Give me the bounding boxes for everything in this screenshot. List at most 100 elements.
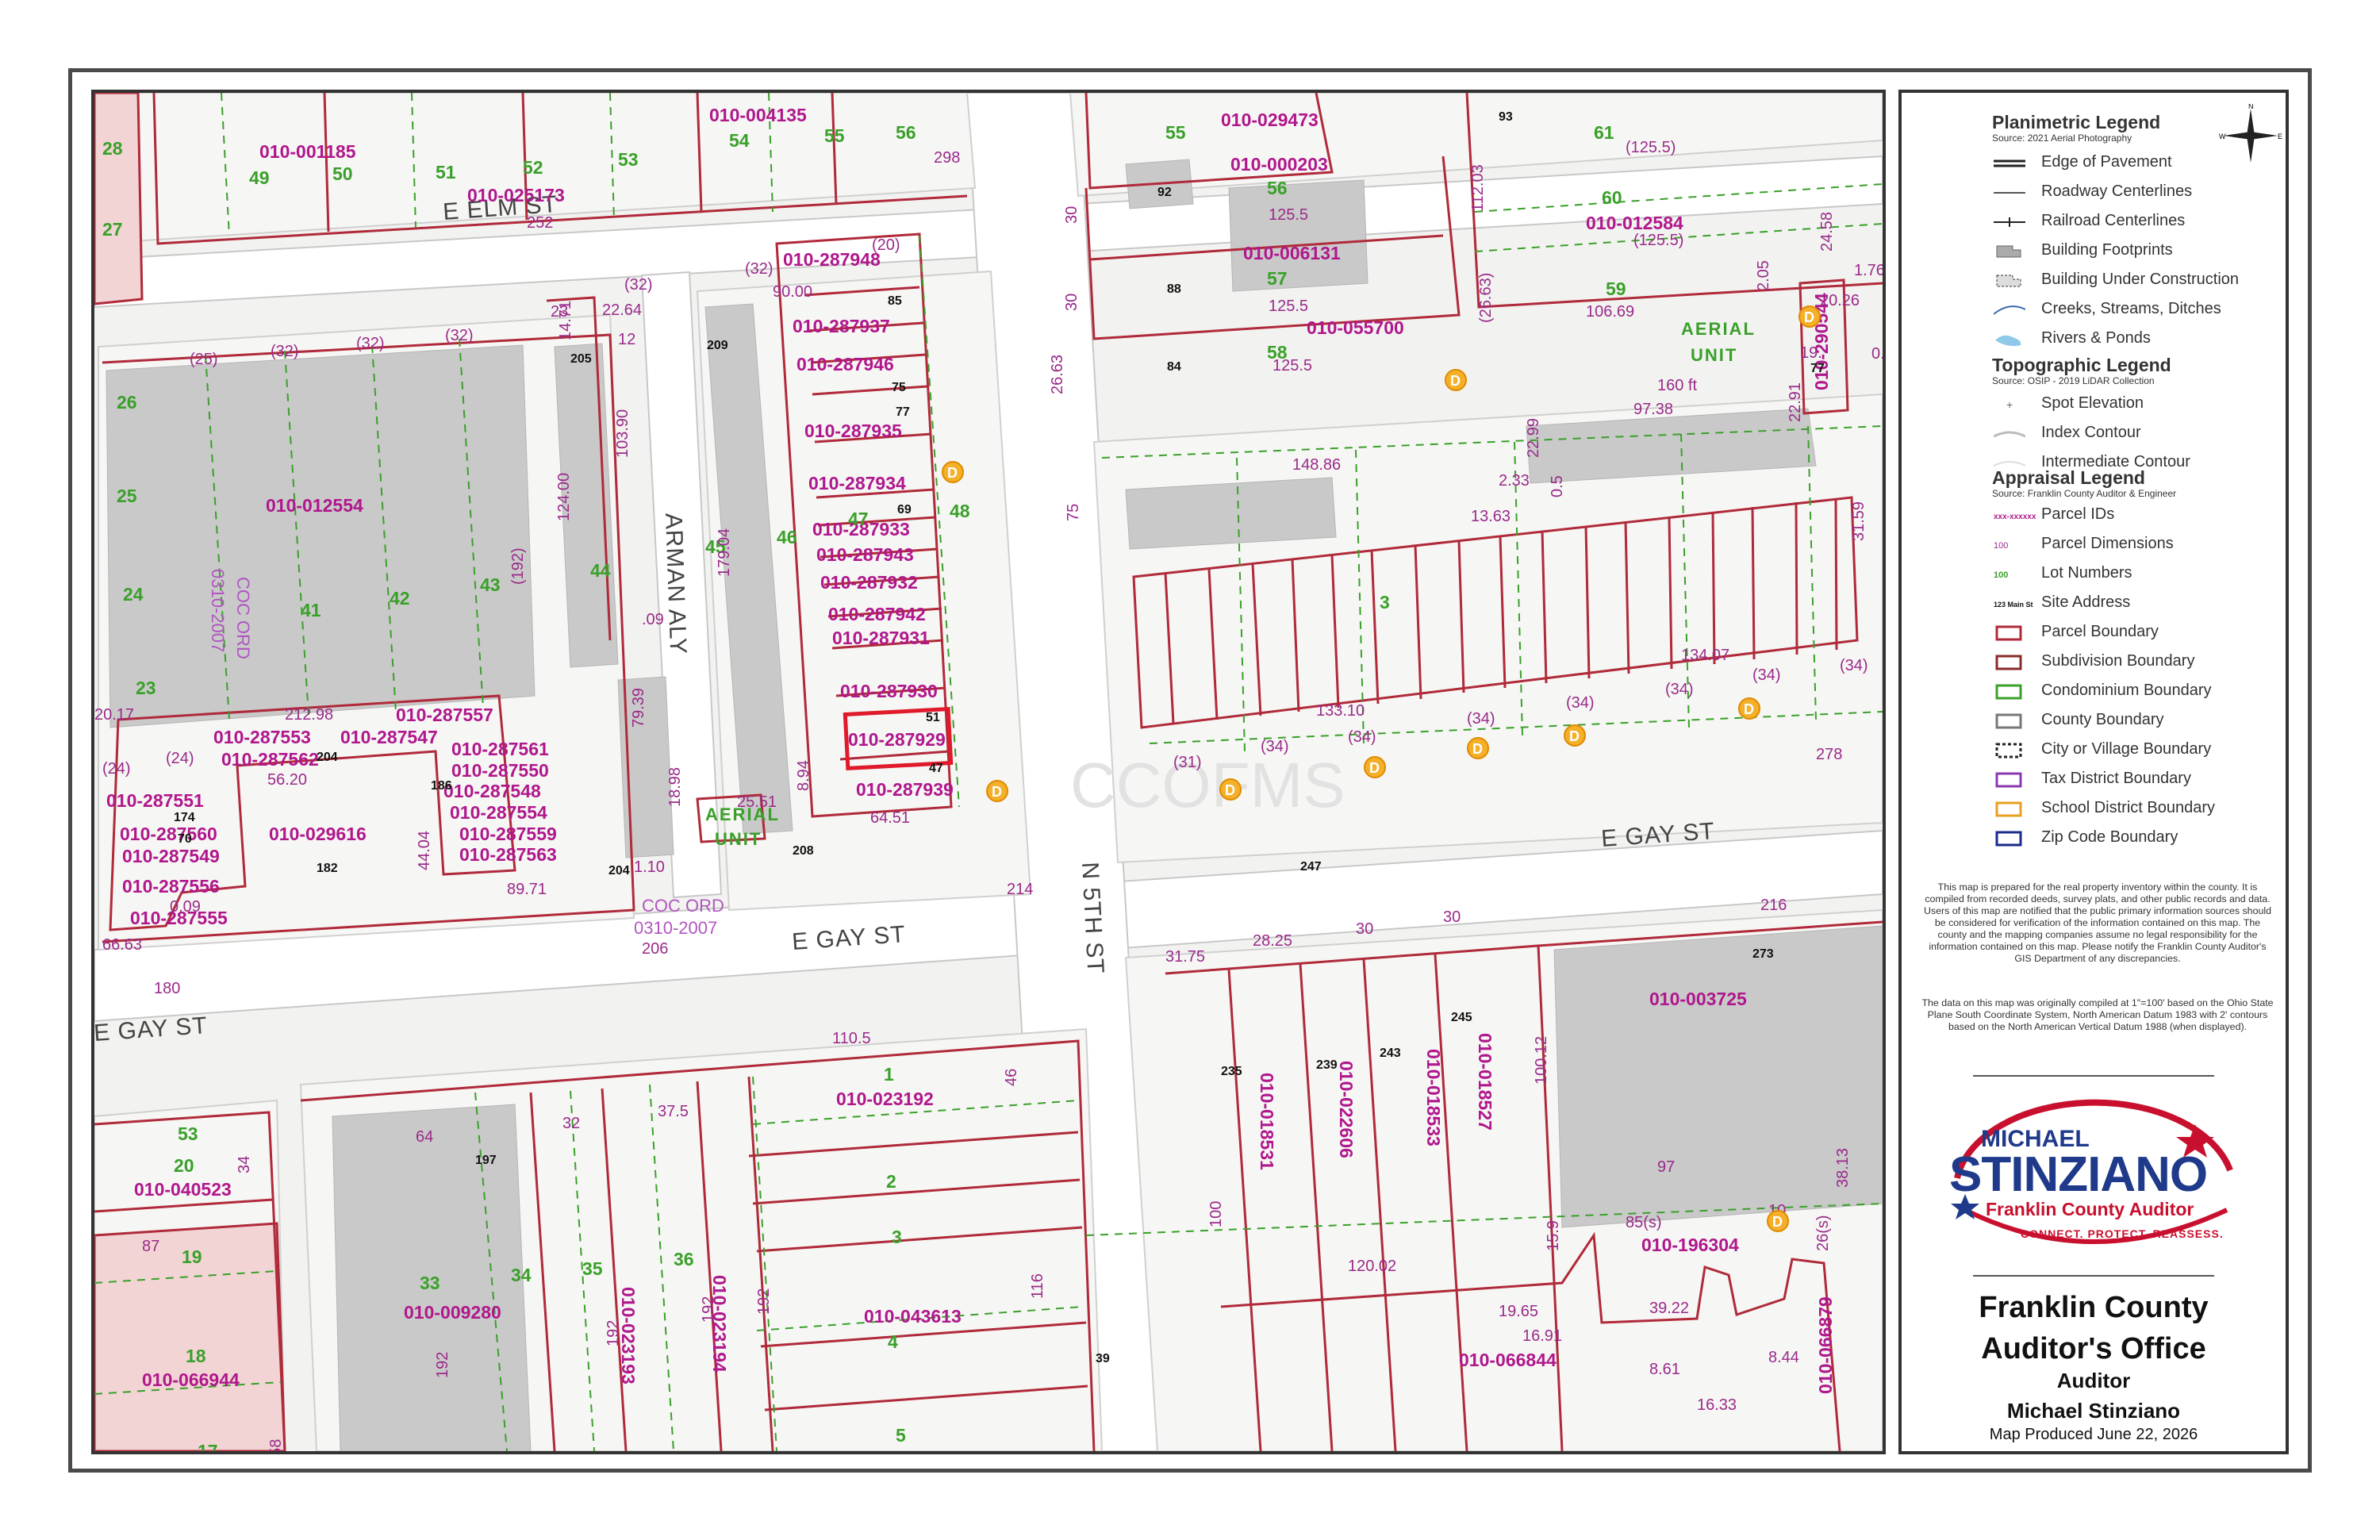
planimetric-symbol-4-icon (1994, 272, 2025, 290)
school-district-marker-icon: D (1219, 778, 1242, 801)
parcel-dimension-label: 64 (416, 1128, 433, 1146)
lot-number-label: 54 (729, 130, 750, 151)
parcel-dimension-label: 26.63 (1049, 355, 1066, 394)
parcel-id-label[interactable]: 010-287547 (340, 727, 438, 747)
parcel-id-label[interactable]: 010-018533 (1423, 1049, 1444, 1146)
parcel-id-label[interactable]: 010-029616 (269, 824, 367, 844)
site-address-label: 85 (888, 294, 902, 308)
parcel-dimension-label: (32) (356, 335, 385, 352)
planimetric-symbol-6-icon (1994, 331, 2025, 348)
lot-number-label: 3 (1380, 592, 1390, 613)
parcel-id-label[interactable]: 010-043613 (864, 1306, 962, 1327)
parcel-id-label[interactable]: 010-287559 (459, 824, 557, 844)
parcel-id-label[interactable]: 010-287943 (816, 544, 914, 565)
parcel-id-label[interactable]: 010-040523 (134, 1179, 232, 1200)
parcel-dimension-label: (34) (1348, 728, 1376, 746)
parcel-id-label[interactable]: 010-287934 (808, 473, 906, 493)
svg-text:N: N (2248, 104, 2254, 110)
parcel-id-label[interactable]: 010-287935 (804, 421, 902, 441)
parcel-id-label[interactable]: 010-287937 (793, 316, 890, 336)
parcel-id-label[interactable]: 010-287930 (840, 681, 938, 701)
planimetric-symbol-2-icon (1994, 213, 2025, 231)
topographic-legend-source: Source: OSIP - 2019 LiDAR Collection (1992, 375, 2155, 386)
parcel-id-label[interactable]: 010-287948 (783, 249, 881, 270)
parcel-id-label[interactable]: 010-287946 (797, 354, 894, 374)
parcel-id-label[interactable]: 010-012584 (1586, 213, 1683, 233)
parcel-id-label[interactable]: 010-287551 (106, 790, 204, 811)
parcel-id-label[interactable]: 010-287554 (450, 802, 547, 823)
parcel-dimension-label: 133.10 (1316, 702, 1365, 720)
parcel-id-label[interactable]: 010-066879 (1815, 1296, 1836, 1394)
parcel-id-label[interactable]: 010-066944 (142, 1369, 240, 1390)
parcel-id-label[interactable]: 010-196304 (1641, 1235, 1739, 1255)
parcel-id-label[interactable]: 010-004135 (709, 105, 807, 125)
parcel-id-label[interactable]: 010-287560 (120, 824, 217, 844)
parcel-id-label[interactable]: 010-018527 (1475, 1033, 1495, 1131)
aerial-unit-label: UNIT (715, 829, 762, 849)
site-address-label: 47 (929, 762, 943, 775)
parcel-id-label[interactable]: 010-001185 (259, 141, 356, 162)
divider (1973, 1275, 2214, 1277)
appraisal-item-6: Condominium Boundary (2041, 682, 2212, 699)
office-name-line2: Auditor's Office (1981, 1332, 2206, 1365)
parcel-dimension-label: (26.63) (1477, 273, 1495, 323)
parcel-dimension-label: 66.63 (102, 936, 142, 954)
parcel-dimension-label: (125.5) (1633, 232, 1683, 249)
appraisal-symbol-4-icon (1994, 624, 2025, 642)
site-address-label: 84 (1167, 360, 1181, 374)
parcel-dimension-label: 125.5 (1269, 298, 1308, 315)
parcel-id-label[interactable]: 010-023192 (836, 1089, 934, 1109)
parcel-id-label[interactable]: 010-025173 (467, 185, 565, 205)
parcel-id-label[interactable]: 010-287549 (122, 846, 220, 866)
aerial-unit-label: AERIAL (1681, 319, 1756, 339)
parcel-id-label[interactable]: 010-029473 (1221, 109, 1319, 130)
parcel-id-label[interactable]: 010-006131 (1243, 243, 1341, 263)
parcel-dimension-label: (34) (1665, 681, 1694, 698)
parcel-dimension-label: 26(s) (1814, 1215, 1832, 1251)
parcel-id-label[interactable]: 010-287942 (828, 604, 926, 624)
parcel-id-label[interactable]: 010-287563 (459, 844, 557, 865)
school-district-marker-icon: D (1767, 1210, 1789, 1232)
parcel-dimension-label: 134.07 (1681, 647, 1729, 664)
parcel-id-label[interactable]: 010-023194 (709, 1275, 730, 1373)
parcel-id-label[interactable]: 010-287553 (213, 727, 311, 747)
parcel-id-label[interactable]: 010-012554 (266, 495, 363, 516)
parcel-id-label[interactable]: 010-287939 (856, 779, 954, 800)
parcel-dimension-label: 20.26 (1820, 292, 1860, 309)
parcel-id-label[interactable]: 010-287929 (848, 729, 946, 750)
appraisal-symbol-3-icon: 123 Main St (1994, 595, 2033, 613)
parcel-id-label[interactable]: 010-287548 (443, 781, 541, 801)
parcel-id-label[interactable]: 010-287931 (832, 628, 930, 648)
parcel-id-label[interactable]: 010-287557 (396, 705, 493, 725)
parcel-id-label[interactable]: 010-003725 (1649, 989, 1747, 1009)
parcel-id-label[interactable]: 010-287562 (221, 749, 319, 770)
lot-number-label: 44 (590, 560, 611, 581)
parcel-id-label[interactable]: 010-055700 (1307, 317, 1404, 338)
parcel-id-label[interactable]: 010-287556 (122, 876, 220, 897)
ordinance-label: 0310-2007 (634, 918, 717, 938)
site-address-label: 239 (1316, 1058, 1338, 1072)
parcel-dimension-label: 0.09 (170, 898, 201, 916)
parcel-map[interactable]: E ELM ST E GAY ST E GAY ST E GAY ST N 5T… (91, 90, 1886, 1454)
site-address-label: 77 (896, 405, 910, 419)
parcel-map-canvas[interactable]: E ELM ST E GAY ST E GAY ST E GAY ST N 5T… (94, 93, 1883, 1451)
lot-number-label: 59 (1606, 278, 1626, 299)
parcel-id-label[interactable]: 010-287550 (451, 760, 549, 781)
appraisal-item-5: Subdivision Boundary (2041, 652, 2195, 670)
svg-text:D: D (947, 465, 958, 481)
parcel-id-label[interactable]: 010-287561 (451, 739, 549, 759)
parcel-dimension-label: 22.91 (1787, 382, 1804, 422)
parcel-id-label[interactable]: 010-000203 (1230, 154, 1328, 175)
ordinance-label: COC ORD (642, 896, 724, 916)
appraisal-symbol-2-icon: 100 (1994, 566, 2025, 583)
parcel-id-label[interactable]: 010-022606 (1336, 1061, 1357, 1158)
lot-number-label: 42 (390, 588, 410, 609)
svg-text:D: D (1804, 309, 1814, 325)
aerial-unit-label: AERIAL (705, 805, 780, 824)
parcel-id-label[interactable]: 010-066844 (1459, 1350, 1557, 1370)
parcel-id-label[interactable]: 010-287932 (820, 572, 918, 593)
planimetric-symbol-5-icon (1993, 301, 2026, 319)
svg-text:D: D (1472, 741, 1483, 757)
parcel-id-label[interactable]: 010-018531 (1257, 1073, 1277, 1170)
parcel-id-label[interactable]: 010-009280 (404, 1302, 501, 1323)
